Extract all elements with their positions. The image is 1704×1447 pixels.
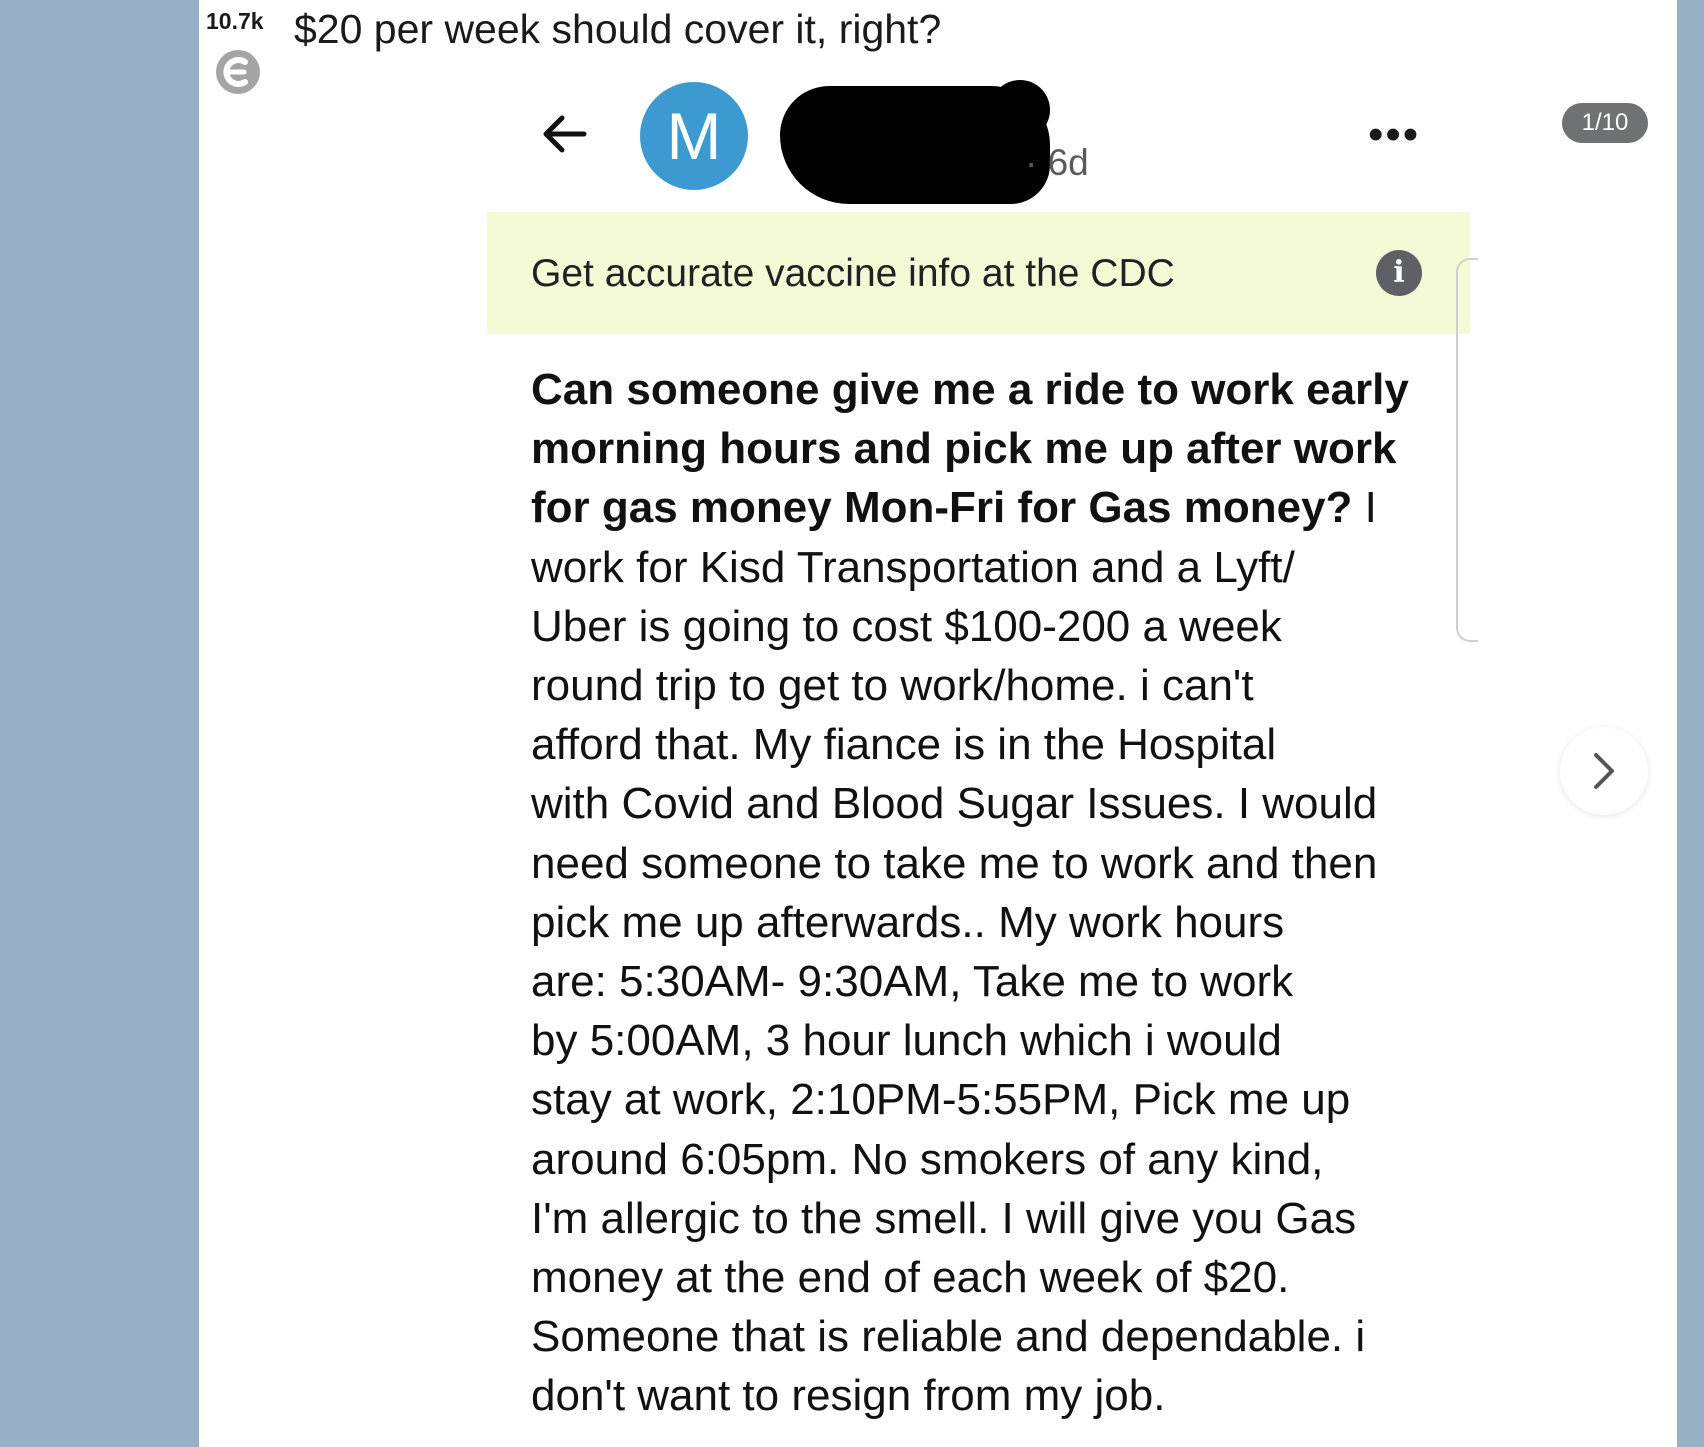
gallery-next-button[interactable] [1560, 727, 1648, 815]
back-arrow-icon [543, 115, 587, 153]
chevron-right-icon [1594, 753, 1614, 789]
post-line: don't want to resign from my job. [531, 1371, 1166, 1421]
post-line: around 6:05pm. No smokers of any kind, [531, 1134, 1324, 1184]
gallery-counter: 1/10 [1562, 103, 1648, 143]
post-line: Uber is going to cost $100-200 a week [531, 601, 1282, 651]
post-line: with Covid and Blood Sugar Issues. I wou… [531, 779, 1378, 829]
post-line: stay at work, 2:10PM-5:55PM, Pick me up [531, 1075, 1351, 1125]
redaction-mark [990, 80, 1050, 140]
post-line: pick me up afterwards.. My work hours [531, 897, 1285, 947]
post-line: round trip to get to work/home. i can't [531, 661, 1254, 711]
vote-score: 10.7k [206, 8, 264, 34]
post-line: Someone that is reliable and dependable.… [531, 1312, 1366, 1362]
post-line-rest: I [1352, 483, 1377, 533]
post-line-bold: for gas money Mon-Fri for Gas money? [531, 483, 1353, 533]
post-line: for gas money Mon-Fri for Gas money? I [531, 478, 1471, 537]
post-line: morning hours and pick me up after work [531, 424, 1397, 474]
post-timestamp: · 6d [1025, 142, 1089, 183]
avatar: M [640, 82, 748, 190]
post-line: I'm allergic to the smell. I will give y… [531, 1193, 1357, 1243]
post-body-text: Can someone give me a ride to work early… [531, 360, 1471, 1426]
post-line: need someone to take me to work and then [531, 838, 1378, 888]
vaccine-info-text: Get accurate vaccine info at the CDC [531, 252, 1175, 295]
more-icon: ••• [1368, 110, 1421, 159]
post-line: are: 5:30AM- 9:30AM, Take me to work [531, 957, 1294, 1007]
post-title[interactable]: $20 per week should cover it, right? [294, 6, 941, 53]
post-line: Can someone give me a ride to work early [531, 365, 1409, 414]
vaccine-info-banner: Get accurate vaccine info at the CDC i [487, 212, 1470, 334]
post-line: money at the end of each week of $20. [531, 1253, 1290, 1303]
info-icon: i [1376, 250, 1422, 296]
post-line: work for Kisd Transportation and a Lyft/ [531, 542, 1295, 592]
community-icon[interactable] [214, 48, 262, 96]
post-line: afford that. My fiance is in the Hospita… [531, 720, 1277, 770]
post-line: by 5:00AM, 3 hour lunch which i would [531, 1016, 1282, 1066]
